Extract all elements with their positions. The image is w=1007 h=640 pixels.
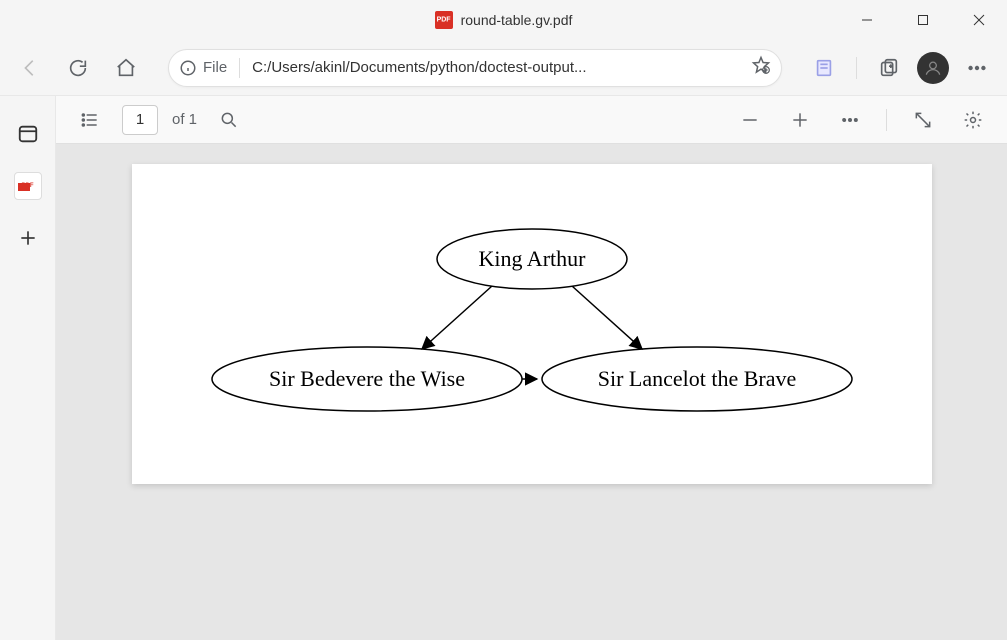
pdf-page-area[interactable]: King Arthur Sir Bedevere the Wise Sir La…	[56, 144, 1007, 640]
tabs-panel-button[interactable]	[10, 116, 46, 152]
page-number-input[interactable]	[122, 105, 158, 135]
profile-avatar[interactable]	[917, 52, 949, 84]
zoom-out-button[interactable]	[732, 102, 768, 138]
pdf-file-icon	[435, 11, 453, 29]
page-count-label: of 1	[172, 111, 197, 128]
current-tab-thumbnail[interactable]	[14, 172, 42, 200]
window-titlebar: round-table.gv.pdf	[0, 0, 1007, 40]
menu-button[interactable]	[957, 48, 997, 88]
extension-button[interactable]	[804, 48, 844, 88]
edge-root-right	[572, 286, 642, 349]
node-left-label: Sir Bedevere the Wise	[268, 366, 464, 391]
site-info[interactable]: File	[179, 59, 227, 77]
refresh-button[interactable]	[58, 48, 98, 88]
pdf-page: King Arthur Sir Bedevere the Wise Sir La…	[132, 164, 932, 484]
pdf-toolbar-separator	[886, 109, 887, 131]
zoom-in-button[interactable]	[782, 102, 818, 138]
pdf-toolbar: of 1	[56, 96, 1007, 144]
contents-button[interactable]	[72, 102, 108, 138]
settings-button[interactable]	[955, 102, 991, 138]
close-button[interactable]	[951, 0, 1007, 40]
toolbar-separator	[856, 57, 857, 79]
browser-sidebar	[0, 96, 56, 640]
find-button[interactable]	[211, 102, 247, 138]
more-actions-button[interactable]	[832, 102, 868, 138]
minimize-button[interactable]	[839, 0, 895, 40]
pdf-viewer: of 1	[56, 96, 1007, 640]
fit-page-button[interactable]	[905, 102, 941, 138]
new-tab-button[interactable]	[10, 220, 46, 256]
scheme-label: File	[203, 59, 227, 76]
window-controls	[839, 0, 1007, 40]
favorite-button[interactable]	[751, 55, 771, 80]
address-bar[interactable]: File C:/Users/akinl/Documents/python/doc…	[168, 49, 782, 87]
edge-root-left	[422, 286, 492, 349]
home-button[interactable]	[106, 48, 146, 88]
browser-toolbar: File C:/Users/akinl/Documents/python/doc…	[0, 40, 1007, 96]
addr-divider	[239, 58, 240, 78]
url-text: C:/Users/akinl/Documents/python/doctest-…	[252, 59, 743, 76]
collections-button[interactable]	[869, 48, 909, 88]
window-title: round-table.gv.pdf	[461, 12, 573, 28]
maximize-button[interactable]	[895, 0, 951, 40]
node-root-label: King Arthur	[478, 246, 586, 271]
back-button[interactable]	[10, 48, 50, 88]
titlebar-center: round-table.gv.pdf	[435, 11, 573, 29]
node-right-label: Sir Lancelot the Brave	[597, 366, 796, 391]
